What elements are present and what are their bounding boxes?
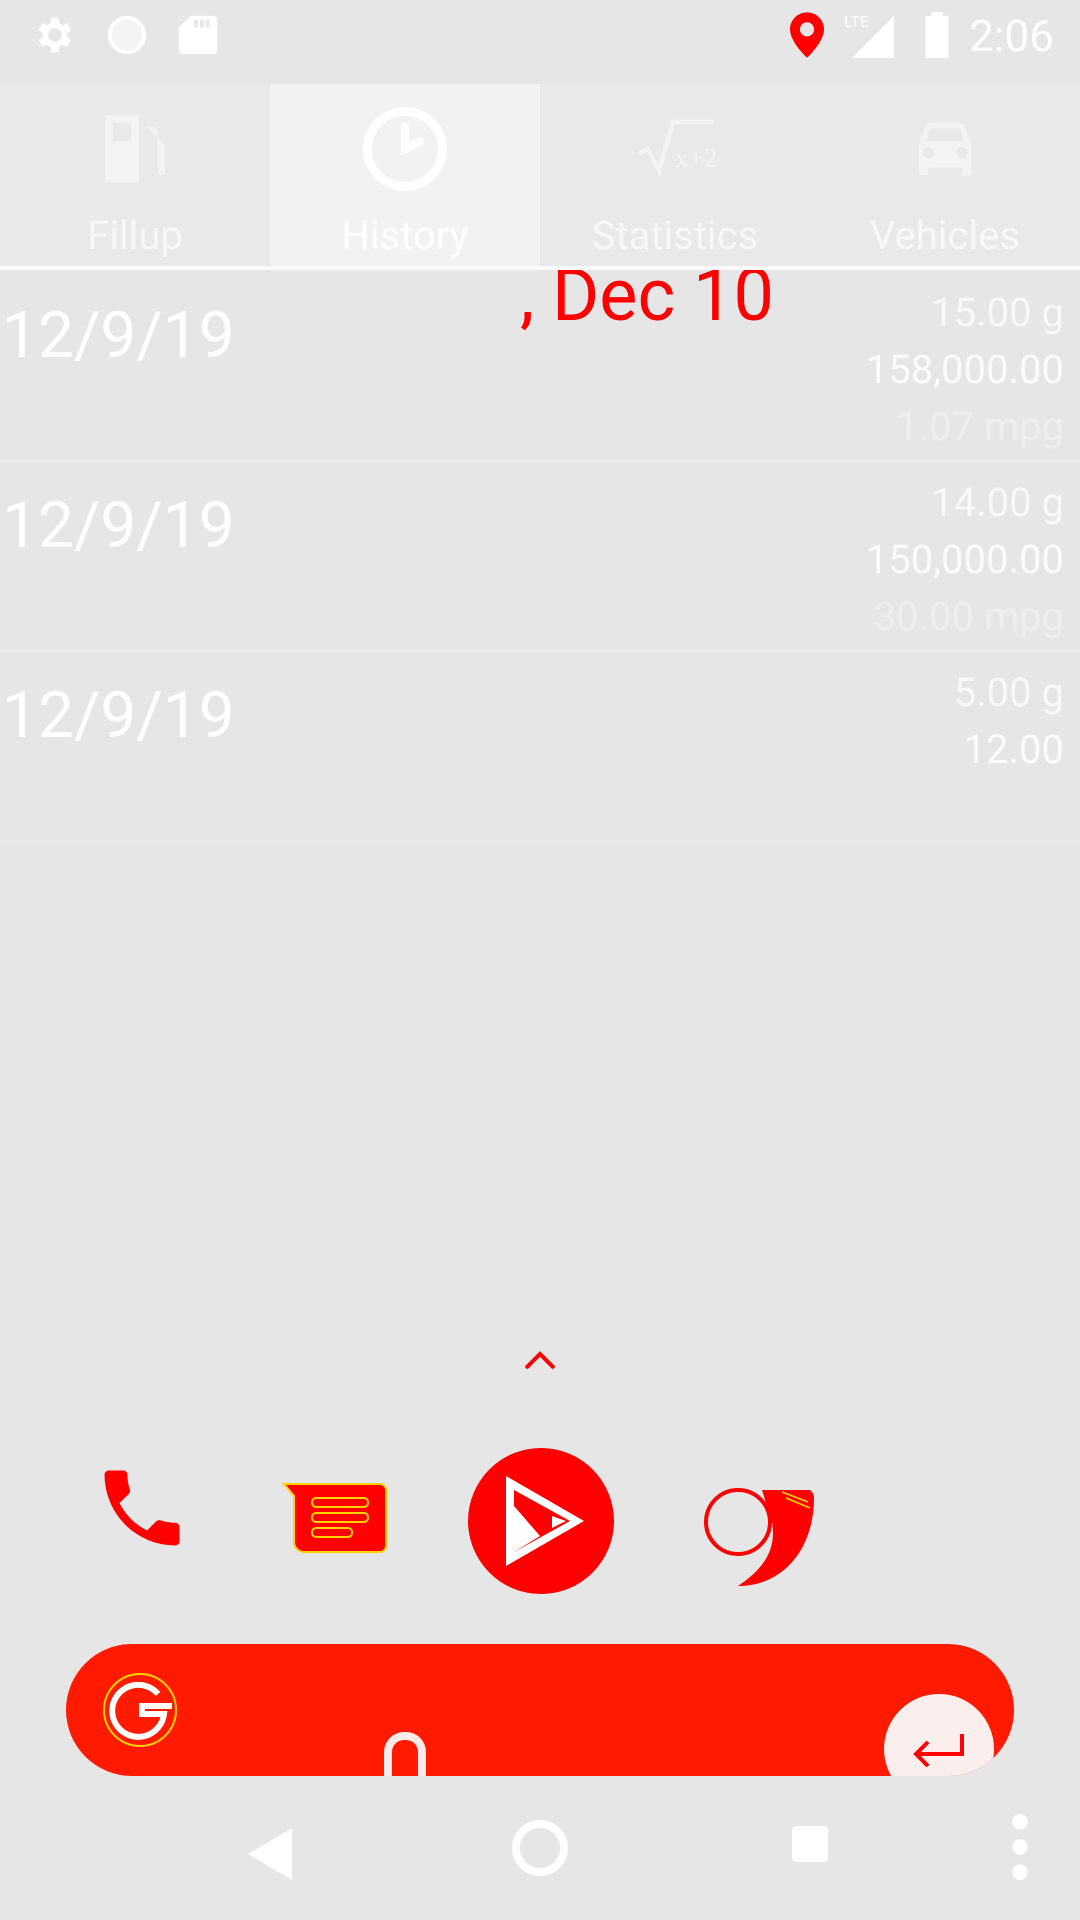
history-list: 12/9/19 15.00 g 158,000.00 1.07 mpg 12/9… (0, 272, 1080, 842)
sd-card-icon (178, 15, 218, 55)
tab-vehicles[interactable]: Vehicles (810, 84, 1080, 268)
status-bar: LTE 2:06 (0, 0, 1080, 72)
messages-icon[interactable] (280, 1474, 390, 1564)
history-row[interactable]: 12/9/19 15.00 g 158,000.00 1.07 mpg (0, 272, 1080, 462)
back-icon[interactable] (244, 1824, 296, 1884)
overflow-menu-icon[interactable] (1008, 1812, 1032, 1882)
google-g-icon (103, 1673, 177, 1747)
history-row[interactable]: 12/9/19 5.00 g 12.00 (0, 652, 1080, 842)
tab-fillup[interactable]: Fillup (0, 84, 270, 268)
car-icon (918, 122, 972, 176)
enter-icon (913, 1734, 964, 1768)
tab-statistics-label: Statistics (591, 212, 759, 259)
history-mpg: 30.00 mpg (873, 593, 1064, 640)
battery-icon (925, 12, 949, 58)
tab-history[interactable]: History (270, 84, 540, 268)
enter-button[interactable] (884, 1694, 994, 1776)
history-gallons: 15.00 g (931, 289, 1064, 336)
history-date: 12/9/19 (2, 678, 235, 753)
history-date: 12/9/19 (2, 298, 235, 373)
play-store-icon[interactable] (466, 1446, 616, 1596)
phone-icon[interactable] (92, 1448, 192, 1568)
tab-underline (0, 266, 1080, 270)
history-gallons: 14.00 g (931, 479, 1064, 526)
tab-history-label: History (341, 212, 469, 259)
navigation-bar (0, 1800, 1080, 1920)
svg-text:x+2: x+2 (675, 143, 717, 173)
search-bar[interactable] (66, 1644, 1014, 1776)
fuel-pump-icon (105, 115, 165, 183)
tab-vehicles-label: Vehicles (869, 212, 1021, 259)
history-values: 5.00 g 12.00 (954, 664, 1064, 778)
history-odometer: 158,000.00 (865, 346, 1064, 393)
location-icon (790, 12, 824, 58)
history-mpg: 1.07 mpg (896, 403, 1064, 450)
history-gallons: 5.00 g (953, 669, 1064, 716)
history-values: 15.00 g 158,000.00 1.07 mpg (866, 284, 1064, 455)
gear-icon (38, 17, 72, 53)
tab-statistics[interactable]: x+2 Statistics (540, 84, 810, 268)
history-odometer: 150,000.00 (865, 536, 1064, 583)
tab-bar: Fillup History x+2 Statistics Vehicles ,… (0, 84, 1080, 332)
chrome-icon[interactable] (702, 1484, 822, 1594)
history-row[interactable]: 12/9/19 14.00 g 150,000.00 30.00 mpg (0, 462, 1080, 652)
mic-icon[interactable] (384, 1732, 426, 1776)
tab-fillup-label: Fillup (87, 212, 183, 259)
lte-signal-icon: LTE (844, 12, 894, 58)
sqrt-icon: x+2 (637, 119, 717, 178)
recents-icon[interactable] (790, 1824, 830, 1864)
chevron-up-icon[interactable] (520, 1346, 560, 1374)
home-icon[interactable] (510, 1818, 570, 1878)
clock-icon (363, 107, 447, 191)
circle-icon (107, 15, 147, 55)
history-date: 12/9/19 (2, 488, 235, 563)
status-time: 2:06 (969, 10, 1054, 62)
history-odometer: 12.00 (963, 726, 1064, 773)
history-values: 14.00 g 150,000.00 30.00 mpg (866, 474, 1064, 645)
